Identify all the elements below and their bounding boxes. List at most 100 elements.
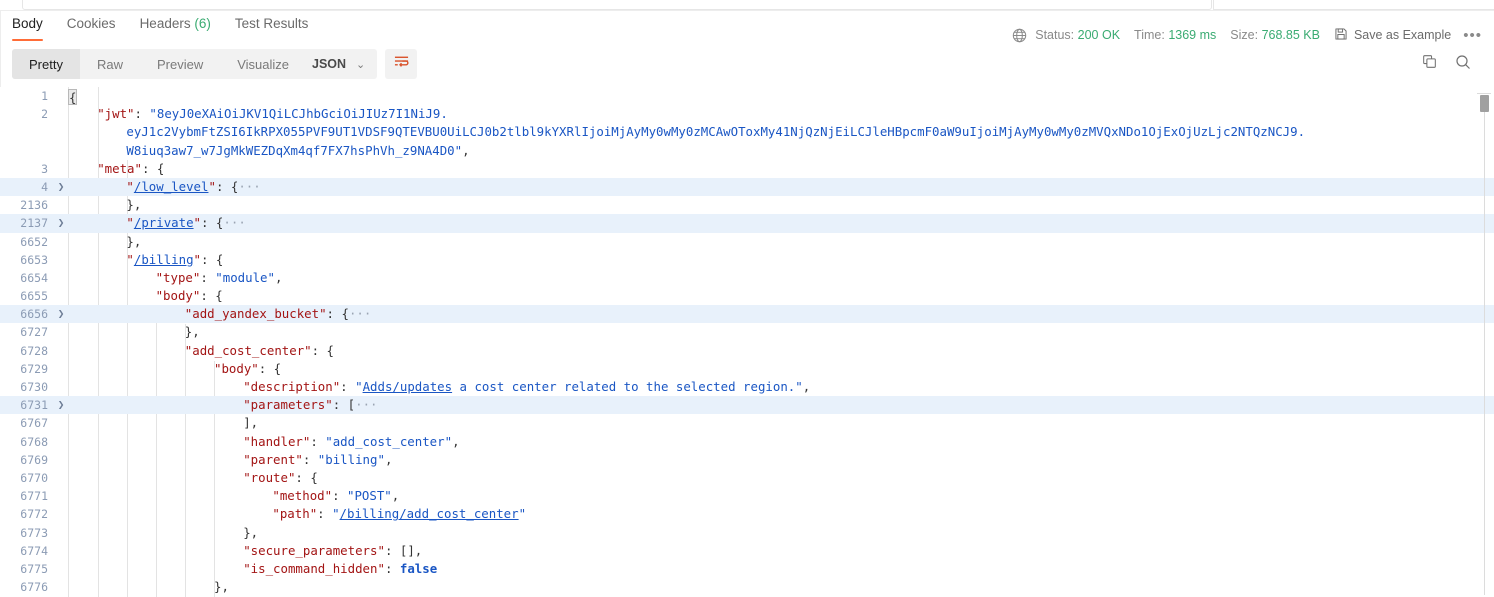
collapsed-ellipsis: ··· — [223, 215, 246, 231]
fold-toggle-icon[interactable]: ❯ — [54, 305, 68, 323]
json-key: "path" — [272, 506, 318, 522]
code-line[interactable]: 6768 "handler": "add_cost_center", — [0, 433, 1494, 451]
json-key-link[interactable]: /private — [134, 215, 194, 230]
json-punctuation: : { — [326, 306, 349, 322]
more-actions-button[interactable]: ••• — [1461, 27, 1484, 44]
json-punctuation: , — [274, 269, 283, 285]
code-line[interactable]: 6728 "add_cost_center": { — [0, 342, 1494, 360]
line-number — [0, 142, 54, 160]
save-as-example-button[interactable]: Save as Example — [1334, 27, 1451, 44]
view-mode-pretty[interactable]: Pretty — [12, 49, 80, 79]
response-size-item[interactable]: Size: 768.85 KB — [1230, 28, 1320, 42]
json-key-link[interactable]: /low_level — [134, 179, 209, 194]
code-line-content: "handler": "add_cost_center", — [243, 433, 459, 451]
code-line[interactable]: 6652}, — [0, 233, 1494, 251]
json-string: " — [332, 506, 340, 522]
code-line[interactable]: 6771 "method": "POST", — [0, 487, 1494, 505]
code-line[interactable]: 6770 "route": { — [0, 469, 1494, 487]
copy-button[interactable] — [1412, 49, 1446, 79]
scrollbar-thumb[interactable] — [1480, 95, 1489, 112]
code-line[interactable]: 6774 "secure_parameters": [], — [0, 542, 1494, 560]
fold-toggle-icon[interactable]: ❯ — [54, 178, 68, 196]
view-mode-raw[interactable]: Raw — [80, 49, 140, 79]
code-line[interactable]: 3 "meta": { — [0, 160, 1494, 178]
code-line[interactable]: 2136}, — [0, 196, 1494, 214]
code-line[interactable]: 1{ — [0, 87, 1494, 105]
active-tab-underline — [12, 39, 43, 41]
code-line-content: "route": { — [243, 469, 318, 487]
tab-body[interactable]: Body — [12, 11, 43, 41]
code-line-content: "/private": {··· — [126, 214, 245, 232]
scrollbar-track[interactable] — [1484, 95, 1485, 595]
json-link[interactable]: Adds/updates — [363, 379, 453, 394]
view-mode-visualize[interactable]: Visualize — [220, 49, 306, 79]
json-punctuation: : — [317, 506, 333, 522]
code-line[interactable]: 6655 "body": { — [0, 287, 1494, 305]
json-punctuation: : — [134, 106, 150, 122]
code-line[interactable]: 6775 "is_command_hidden": false — [0, 560, 1494, 578]
json-string: eyJ1c2VybmFtZSI6IkRPX055PVF9UT1VDSF9QTEV… — [126, 124, 1306, 140]
tab-test-results[interactable]: Test Results — [235, 11, 309, 31]
json-punctuation: , — [452, 433, 460, 449]
json-key: "route" — [243, 469, 296, 485]
response-time-item[interactable]: Time: 1369 ms — [1134, 28, 1216, 42]
json-key: "jwt" — [97, 106, 135, 122]
json-key: " — [126, 251, 134, 267]
json-key: "parameters" — [243, 397, 333, 413]
json-key: "description" — [243, 379, 341, 394]
code-line[interactable]: 6772 "path": "/billing/add_cost_center" — [0, 505, 1494, 523]
code-line[interactable]: 2137 ❯ "/private": {··· — [0, 214, 1494, 233]
code-line[interactable]: 6773}, — [0, 524, 1494, 542]
status-code-item[interactable]: Status: 200 OK — [1035, 28, 1120, 42]
code-line[interactable]: 6730 "description": "Adds/updates a cost … — [0, 378, 1494, 396]
json-string: " — [518, 506, 527, 522]
code-line[interactable]: 6767], — [0, 414, 1494, 432]
search-button[interactable] — [1446, 49, 1480, 79]
search-icon — [1455, 54, 1471, 75]
code-line[interactable]: 6656 ❯ "add_yandex_bucket": {··· — [0, 305, 1494, 324]
json-punctuation: : — [200, 269, 216, 285]
code-line[interactable]: 6654 "type": "module", — [0, 269, 1494, 287]
tab-headers[interactable]: Headers (6) — [140, 11, 211, 31]
code-line-content: "method": "POST", — [272, 487, 399, 505]
view-mode-preview[interactable]: Preview — [140, 49, 220, 79]
tab-cookies[interactable]: Cookies — [67, 11, 116, 31]
code-line[interactable]: 2 "jwt": "8eyJ0eXAiOiJKV1QiLCJhbGciOiJIUz… — [0, 105, 1494, 123]
code-line[interactable]: 4 ❯ "/low_level": {··· — [0, 177, 1494, 197]
json-key: "add_yandex_bucket" — [184, 306, 327, 322]
word-wrap-icon — [393, 54, 410, 74]
tab-label: Body — [12, 16, 43, 31]
code-line[interactable]: 6729 "body": { — [0, 360, 1494, 378]
code-line[interactable]: W8iuq3aw7_w7JgMkWEZDqXm4qf7FX7hsPhVh_z9N… — [0, 142, 1494, 160]
line-number: 6729 — [20, 361, 48, 376]
tab-label: Headers — [139, 16, 195, 31]
line-number: 6770 — [20, 470, 48, 485]
json-key: " — [208, 178, 216, 194]
json-key: "meta" — [97, 160, 142, 176]
fold-toggle-icon[interactable]: ❯ — [54, 396, 68, 414]
code-line[interactable]: 6727}, — [0, 323, 1494, 341]
word-wrap-button[interactable] — [385, 49, 417, 79]
code-line[interactable]: 6776}, — [0, 578, 1494, 596]
code-line[interactable]: eyJ1c2VybmFtZSI6IkRPX055PVF9UT1VDSF9QTEV… — [0, 123, 1494, 141]
code-line-content: "add_cost_center": { — [185, 342, 334, 360]
tab-label: Test Results — [234, 16, 309, 31]
line-number: 6731 — [20, 398, 48, 413]
line-number: 6654 — [20, 270, 48, 285]
code-line[interactable]: 6769 "parent": "billing", — [0, 451, 1494, 469]
json-link[interactable]: /billing/add_cost_center — [340, 506, 519, 521]
code-line[interactable]: 6653 "/billing": { — [0, 251, 1494, 269]
save-as-example-label: Save as Example — [1353, 28, 1452, 42]
json-key-link[interactable]: /billing — [134, 252, 194, 267]
format-dropdown[interactable]: JSON ⌄ — [300, 49, 378, 79]
json-punctuation: }, — [243, 524, 259, 540]
json-key: "type" — [155, 269, 201, 285]
json-punctuation: }, — [126, 233, 142, 249]
json-string: "8eyJ0eXAiOiJKV1QiLCJhbGciOiJIUz7I1NiJ9. — [149, 106, 448, 122]
line-number: 6774 — [20, 543, 48, 558]
fold-toggle-icon[interactable]: ❯ — [54, 214, 68, 232]
size-value: 768.85 KB — [1261, 28, 1320, 42]
code-line[interactable]: 6731 ❯ "parameters": [··· — [0, 396, 1494, 415]
line-number: 6769 — [20, 452, 48, 467]
json-code-viewer[interactable]: 1{2 "jwt": "8eyJ0eXAiOiJKV1QiLCJhbGciOiJI… — [0, 87, 1494, 597]
